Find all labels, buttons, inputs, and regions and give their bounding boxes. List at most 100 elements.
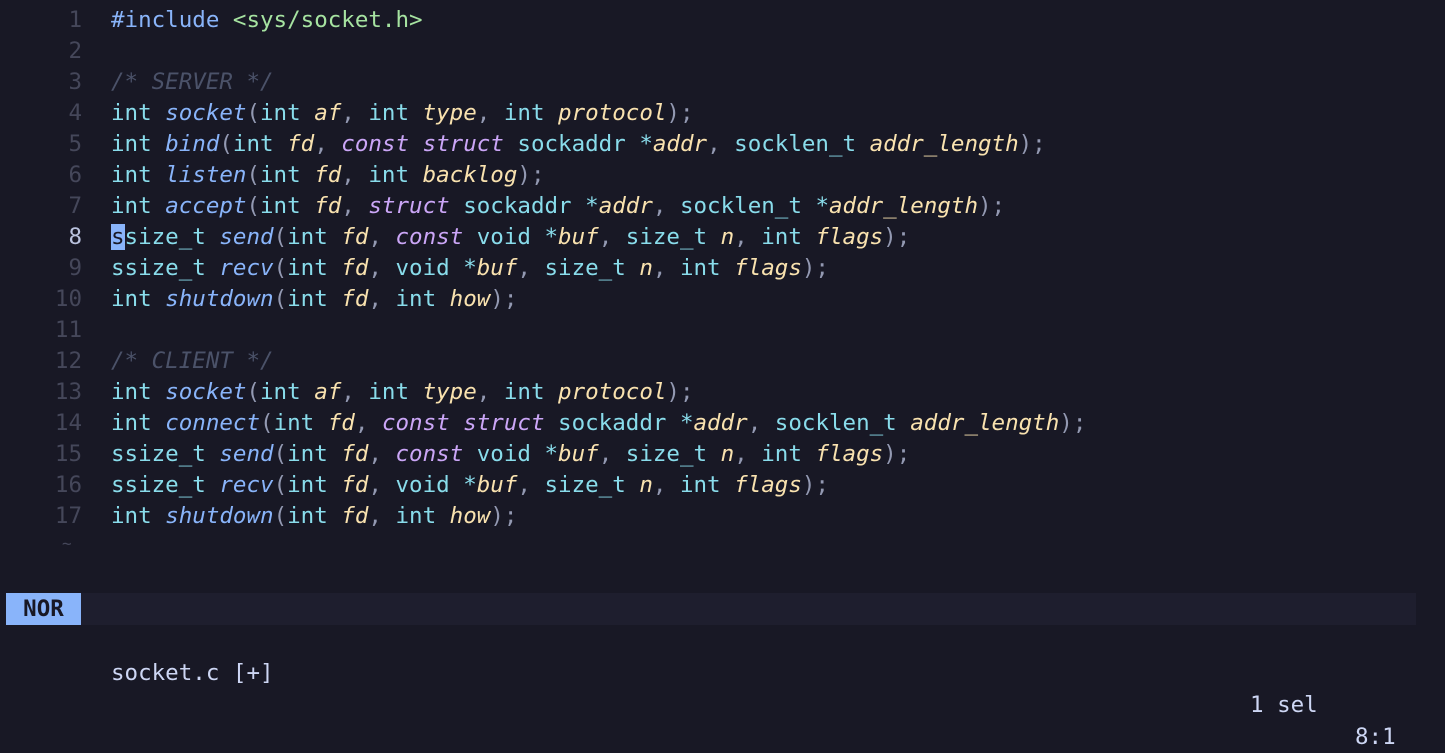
code-token: type — [422, 100, 477, 126]
code-token: int — [287, 224, 342, 250]
code-token: /* SERVER */ — [111, 69, 274, 95]
code-token: int — [260, 100, 315, 126]
line-number: 5 — [68, 131, 82, 157]
line-number: 14 — [54, 410, 82, 436]
code-token: int — [260, 379, 315, 405]
line-code[interactable]: #include <sys/socket.h> — [111, 5, 423, 36]
code-token: socket — [165, 379, 247, 405]
line-code[interactable]: int shutdown(int fd, int how); — [111, 284, 517, 315]
code-token: buf — [558, 224, 599, 250]
line-number: 1 — [68, 7, 82, 33]
mode-indicator: NOR — [6, 593, 81, 625]
code-token: ( — [273, 255, 288, 281]
code-token: connect — [165, 410, 261, 436]
code-token: fd — [287, 131, 315, 157]
code-token: * — [815, 193, 829, 219]
code-token: listen — [165, 162, 247, 188]
code-token: int — [111, 162, 166, 188]
code-token: ( — [246, 100, 261, 126]
code-token: flags — [734, 255, 802, 281]
code-token: int — [761, 224, 816, 250]
code-token: sockaddr — [558, 410, 680, 436]
line-number: 3 — [68, 69, 82, 95]
code-token: int — [287, 255, 342, 281]
code-token: int — [679, 255, 735, 281]
code-token: fd — [341, 441, 369, 467]
code-token: ); — [517, 162, 545, 188]
code-token: , — [368, 503, 396, 529]
line-number: 2 — [68, 38, 82, 64]
code-token: const — [395, 441, 477, 467]
code-token: flags — [734, 472, 802, 498]
code-token: send — [219, 441, 274, 467]
line-code[interactable]: int listen(int fd, int backlog); — [111, 160, 545, 191]
line-code[interactable]: int bind(int fd, const struct sockaddr *… — [111, 129, 1046, 160]
code-token: int — [395, 503, 450, 529]
code-token: ( — [246, 193, 261, 219]
code-token: fd — [327, 410, 355, 436]
code-token: , — [341, 162, 369, 188]
code-token: shutdown — [165, 286, 274, 312]
line-code[interactable]: ssize_t send(int fd, const void *buf, si… — [111, 439, 910, 470]
code-token: n — [639, 255, 653, 281]
code-token: af — [314, 379, 342, 405]
code-token: sockaddr — [463, 193, 586, 219]
code-token: const struct — [341, 131, 518, 157]
code-token: fd — [341, 472, 369, 498]
code-token: , — [598, 224, 626, 250]
code-token: ( — [273, 441, 288, 467]
line-number: 7 — [68, 193, 82, 219]
code-token: int — [111, 131, 166, 157]
code-token: int — [111, 410, 166, 436]
editor-pane[interactable]: 1 #include <sys/socket.h> 2 3 /* SERVER */ 4 i… — [0, 0, 1445, 560]
line-code[interactable]: ssize_t send(int fd, const void *buf, si… — [111, 222, 910, 253]
code-token: int — [679, 472, 735, 498]
code-token: recv — [219, 472, 274, 498]
line-number: 15 — [54, 441, 82, 467]
code-token: size_t — [625, 441, 721, 467]
code-token: , — [652, 472, 680, 498]
code-token: * — [463, 472, 477, 498]
code-token: size_t — [625, 224, 721, 250]
code-token: int — [111, 193, 166, 219]
code-token: int — [368, 100, 423, 126]
code-token: * — [639, 131, 653, 157]
line-code[interactable]: int socket(int af, int type, int protoco… — [111, 377, 694, 408]
line-number: 13 — [54, 379, 82, 405]
code-token: int — [761, 441, 816, 467]
code-token: * — [585, 193, 599, 219]
code-token: #include — [111, 7, 233, 33]
code-token: how — [449, 503, 491, 529]
code-token: int — [273, 410, 328, 436]
code-token: buf — [476, 255, 518, 281]
line-code[interactable]: ssize_t recv(int fd, void *buf, size_t n… — [111, 253, 829, 284]
code-token: , — [734, 441, 762, 467]
code-token: /* CLIENT */ — [111, 348, 274, 374]
code-token: flags — [815, 224, 884, 250]
code-token: ); — [490, 503, 518, 529]
code-token: int — [287, 472, 342, 498]
code-token: ); — [666, 379, 694, 405]
code-token: int — [260, 162, 315, 188]
line-code[interactable]: int socket(int af, int type, int protoco… — [111, 98, 694, 129]
code-token: ( — [273, 224, 288, 250]
line-code[interactable]: /* SERVER */ — [111, 67, 274, 98]
line-code[interactable]: /* CLIENT */ — [111, 346, 274, 377]
line-number: 9 — [68, 255, 82, 281]
line-code[interactable]: int shutdown(int fd, int how); — [111, 501, 517, 532]
code-token: backlog — [422, 162, 518, 188]
line-number: 6 — [68, 162, 82, 188]
code-token: buf — [558, 441, 599, 467]
code-token: af — [314, 100, 342, 126]
code-token: addr — [598, 193, 653, 219]
line-code[interactable]: int connect(int fd, const struct sockadd… — [111, 408, 1086, 439]
line-code[interactable]: int accept(int fd, struct sockaddr *addr… — [111, 191, 1005, 222]
code-token: , — [652, 193, 680, 219]
line-code[interactable]: ssize_t recv(int fd, void *buf, size_t n… — [111, 470, 829, 501]
code-token: ); — [1018, 131, 1046, 157]
code-token: ( — [246, 162, 261, 188]
code-token: , — [598, 441, 626, 467]
code-token: send — [219, 224, 274, 250]
code-token: , — [476, 100, 504, 126]
line-number: 11 — [54, 317, 82, 343]
